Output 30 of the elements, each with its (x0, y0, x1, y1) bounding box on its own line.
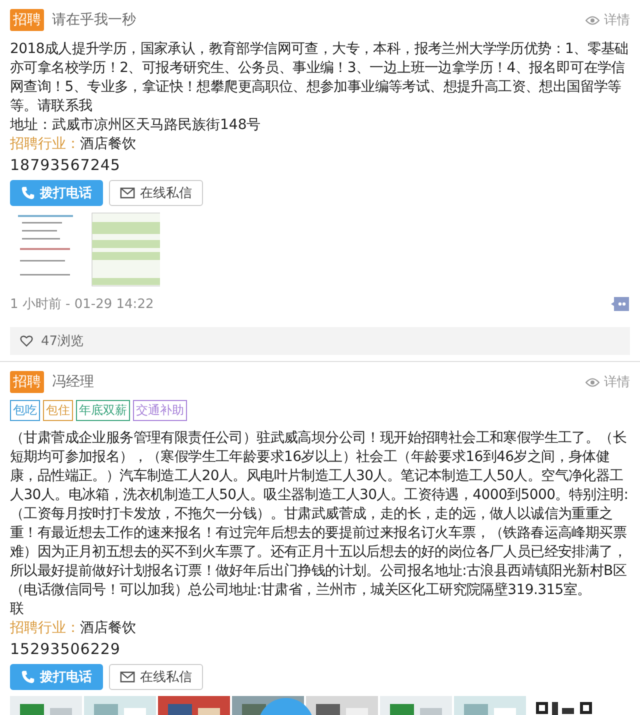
tag: 交通补助 (133, 400, 187, 421)
recruit-badge: 招聘 (10, 9, 44, 31)
message-button[interactable]: 在线私信 (109, 180, 203, 206)
message-button[interactable]: 在线私信 (109, 664, 203, 690)
post-text-end: 联 (10, 600, 25, 619)
industry-label: 招聘行业： (10, 620, 80, 636)
author-name[interactable]: 冯经理 (52, 373, 94, 391)
author-name[interactable]: 请在乎我一秒 (52, 11, 136, 29)
phone-number: 18793567245 (10, 155, 122, 176)
post-text: 2018成人提升学历，国家承认，教育部学信网可查，大专，本科，报考兰州大学学历优势：1、零基础亦可拿名校学历！2、可报考研究生、公务员、事业编！3、一边上班一边拿学历！4、报名即可在学信网查询！5、专业多，拿证快！想攀爬更高职位、想参加事业编等考试、想提升高工资、想出国留学等等。请联系我 (10, 40, 630, 116)
mail-icon (120, 671, 135, 683)
phone-icon (21, 186, 35, 200)
comment-icon[interactable] (610, 296, 630, 312)
recruit-badge: 招聘 (10, 371, 44, 393)
mail-icon (120, 187, 135, 199)
heart-icon[interactable] (20, 335, 33, 347)
phone-number: 15293506229 (10, 639, 122, 660)
address-text: 地址：武威市凉州区天马路民族街148号 (10, 116, 262, 135)
view-count: 47浏览 (41, 333, 84, 350)
post-text: （甘肃菅成企业服务管理有限责任公司）驻武威高坝分公司！现开始招聘社会工和寒假学生工了。（长短期均可参加报名），（寒假学生工年龄要求16岁以上）社会工（年龄要求16到46岁之间，身体健康，品性端正。）汽车制造工人20人。风电叶片制造工人30人。笔记本制造工人50人。空气净化器工人30人。电冰箱，洗衣机制造工人50人。吸尘器制造工人30人。工资待遇，4000到5000。特别注明:（工资每月按时打卡发放，不拖欠一分钱）。甘肃武威菅成，走的长，走的远，做人以诚信为重重之重！有最近想去工作的速来报名！有过完年后想去的要提前过来报名订火车票，（铁路春运高峰期买票难）因为正月初五想去的买不到火车票了。还有正月十五以后想去的好的岗位各厂人员已经安排满了，所以最好提前做好计划报名订票！做好年后出门挣钱的计划。公司报名地址:古浪县西靖镇阳光新村B区（电话微信同号！可以加我）总公司地址:甘肃省，兰州市，城关区化工研究院隔壁319.315室。 (10, 429, 630, 600)
phone-icon (21, 670, 35, 684)
eye-icon (585, 376, 600, 388)
industry-label: 招聘行业： (10, 136, 80, 152)
tag: 包吃 (10, 400, 40, 421)
industry-value: 酒店餐饮 (80, 136, 136, 152)
post-time: 1 小时前 - 01-29 14:22 (10, 296, 154, 313)
tag: 包住 (43, 400, 73, 421)
industry-value: 酒店餐饮 (80, 620, 136, 636)
eye-icon (585, 14, 600, 26)
tag: 年底双薪 (76, 400, 130, 421)
